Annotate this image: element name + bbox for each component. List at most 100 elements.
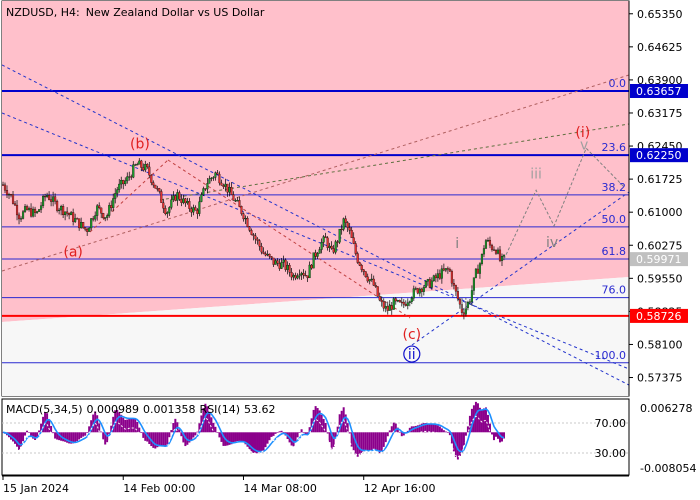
macd-min-label: -0.008054 xyxy=(640,462,696,475)
candle-body xyxy=(158,188,161,192)
candle-body xyxy=(184,198,187,204)
macd-bar xyxy=(260,432,263,452)
candle-body xyxy=(140,160,143,168)
candle-body xyxy=(406,302,409,306)
candle-body xyxy=(266,253,269,256)
candle-body xyxy=(210,177,213,179)
price-panel[interactable]: 0.023.638.250.061.876.0100.0 (a)(b)(c)ii… xyxy=(1,0,630,397)
candle-body xyxy=(440,268,443,279)
price-tick-label: 0.63175 xyxy=(637,107,683,120)
macd-max-label: 0.006278 xyxy=(640,402,693,415)
price-axis[interactable]: 0.653500.646250.639000.631750.624500.617… xyxy=(628,1,688,396)
candle-body xyxy=(2,184,5,186)
candle-body xyxy=(312,252,315,269)
macd-bar xyxy=(164,432,167,447)
candle-body xyxy=(282,259,285,263)
macd-bar xyxy=(278,431,281,433)
macd-bar xyxy=(274,432,277,434)
candle-body xyxy=(88,227,91,232)
candle-body xyxy=(288,264,291,273)
fib-level-label: 76.0 xyxy=(602,284,627,297)
candle-body xyxy=(28,208,31,210)
candle-body xyxy=(400,301,403,303)
macd-bar xyxy=(432,424,435,433)
candle-body xyxy=(446,268,449,270)
candle-body xyxy=(94,215,97,220)
candle-body xyxy=(156,188,159,190)
macd-bar xyxy=(362,432,365,452)
macd-bar xyxy=(22,432,25,442)
macd-bar xyxy=(384,432,387,443)
candle-body xyxy=(76,218,79,220)
rsi-70-label: 70.00 xyxy=(595,417,627,430)
candle-body xyxy=(316,253,319,257)
candle-body xyxy=(102,213,105,219)
macd-bar xyxy=(386,432,389,437)
time-tick-label: 15 Jan 2024 xyxy=(3,482,69,495)
macd-bar xyxy=(388,430,391,433)
candle-body xyxy=(208,178,211,184)
candle-body xyxy=(336,241,339,243)
candle-body xyxy=(338,228,341,243)
candle-body xyxy=(82,222,85,228)
macd-bar xyxy=(190,432,193,441)
macd-bar xyxy=(216,432,219,433)
candle-body xyxy=(340,228,343,231)
macd-bar xyxy=(120,414,123,433)
candle-body xyxy=(294,274,297,279)
macd-bar xyxy=(358,432,361,455)
macd-bar xyxy=(258,432,261,453)
candle-body xyxy=(232,194,235,201)
candle-body xyxy=(120,180,123,185)
candle-body xyxy=(162,202,165,209)
candle-body xyxy=(96,205,99,216)
fib-level-label: 61.8 xyxy=(602,245,627,258)
candle-body xyxy=(138,160,141,165)
candle-body xyxy=(216,172,219,175)
macd-bar xyxy=(370,432,373,451)
price-tick-label: 0.64625 xyxy=(637,41,683,54)
macd-bar xyxy=(292,432,295,447)
candle-body xyxy=(398,300,401,303)
candle-body xyxy=(318,249,321,254)
wave-label: ii xyxy=(408,347,416,363)
macd-bar xyxy=(268,432,271,441)
candle-body xyxy=(370,278,373,280)
macd-bar xyxy=(272,432,275,436)
macd-bar xyxy=(462,432,465,446)
macd-bar xyxy=(478,407,481,433)
candle-body xyxy=(262,251,265,254)
candle-body xyxy=(25,206,29,210)
macd-bar xyxy=(324,423,327,433)
candle-body xyxy=(328,245,331,248)
target-zone-shading xyxy=(2,1,629,322)
price-tick-label: 0.58100 xyxy=(637,338,683,351)
macd-bar xyxy=(128,418,131,433)
trading-chart[interactable]: 0.023.638.250.061.876.0100.0 (a)(b)(c)ii… xyxy=(0,0,700,500)
candle-body xyxy=(64,211,67,216)
macd-bar xyxy=(84,432,87,436)
candle-body xyxy=(454,285,457,292)
candle-body xyxy=(150,175,153,183)
candle-body xyxy=(242,213,245,220)
macd-bar xyxy=(300,429,303,433)
candle-body xyxy=(346,222,349,228)
macd-bar xyxy=(24,432,27,436)
candle-body xyxy=(50,199,53,202)
macd-bar xyxy=(364,432,367,451)
macd-bar xyxy=(152,432,155,448)
macd-bar xyxy=(96,415,99,433)
candle-body xyxy=(180,199,183,203)
macd-bar xyxy=(266,432,269,444)
candle-body xyxy=(70,212,73,216)
indicator-panel[interactable]: MACD(5,34,5) 0.000989 0.001358 RSI(14) 53.62… xyxy=(1,398,696,476)
candle-body xyxy=(230,186,233,195)
candle-body xyxy=(192,207,195,213)
macd-bar xyxy=(16,432,19,447)
macd-bar xyxy=(54,432,57,439)
macd-bar xyxy=(494,432,497,437)
time-axis[interactable]: 15 Jan 2024 14 Feb 00:00 14 Mar 08:00 12 Ap… xyxy=(2,475,629,495)
macd-bar xyxy=(218,432,221,438)
macd-bar xyxy=(132,418,135,433)
candle-body xyxy=(218,173,221,184)
